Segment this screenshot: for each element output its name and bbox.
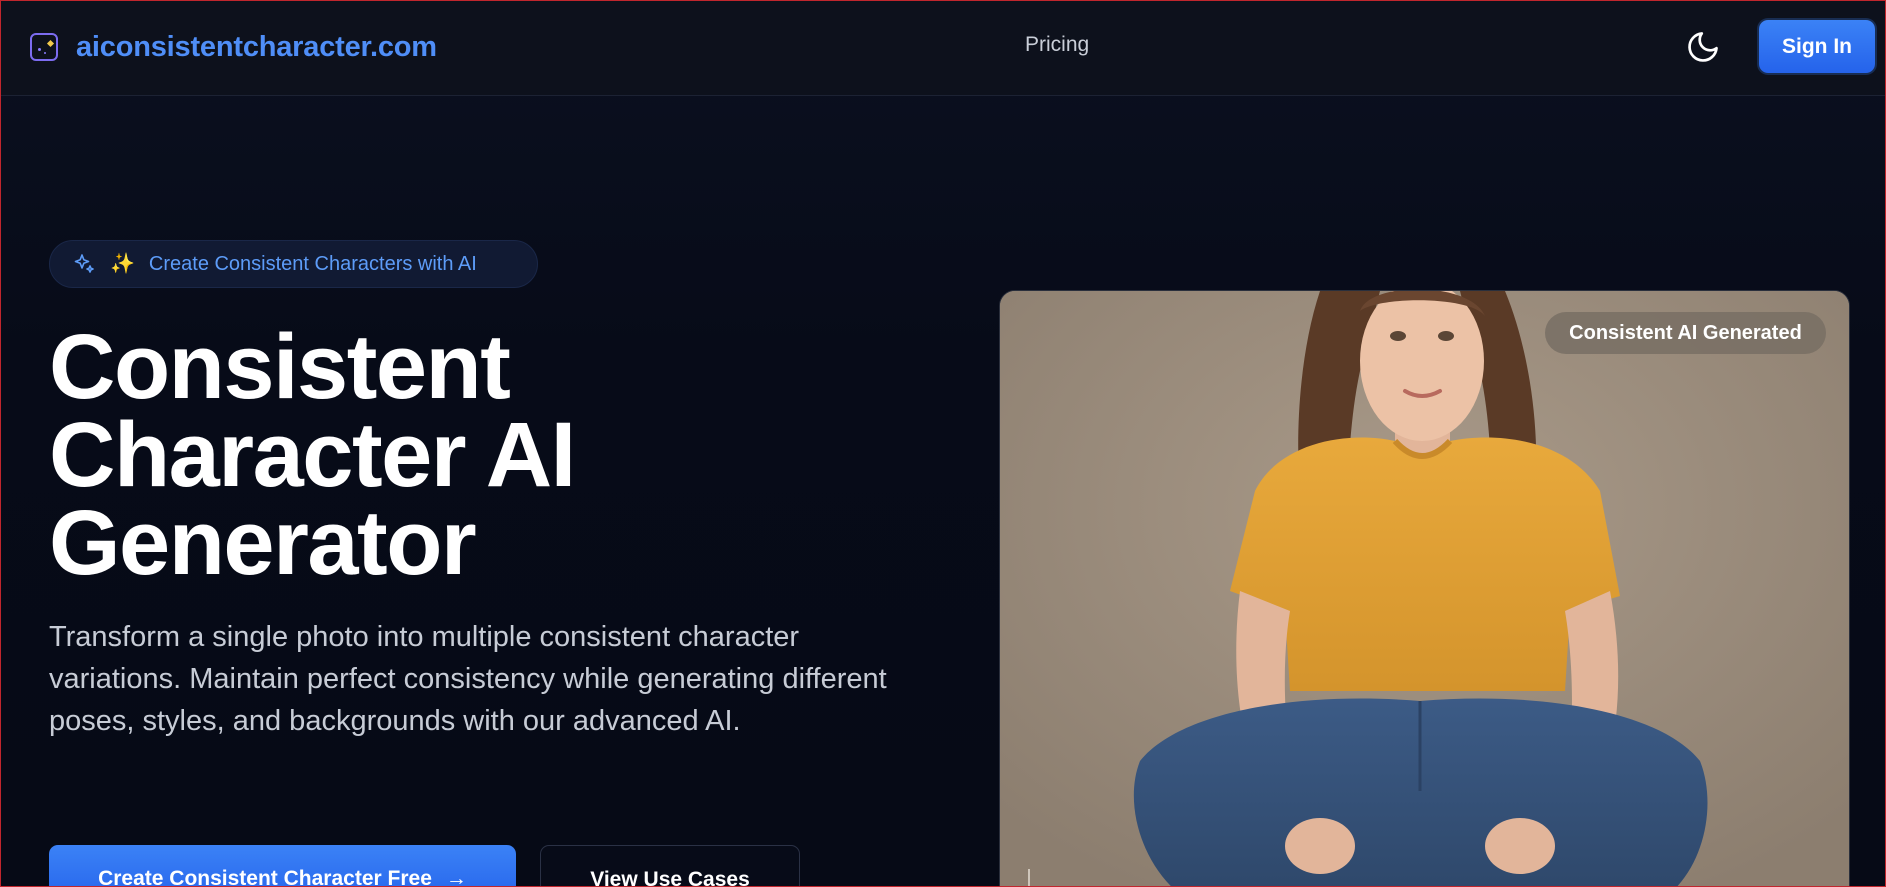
hero-title: Consistent Character AI Generator [49,321,809,589]
sparkle-frame-icon [30,33,58,61]
hero-character-image: Consistent AI Generated [999,290,1850,886]
hero-title-line-1: Consistent [49,316,511,418]
hero-title-line-2: Character AI [49,404,576,506]
image-scroll-marker [1028,869,1030,886]
sparkles-icon [72,252,96,276]
sign-in-button[interactable]: Sign In [1759,20,1875,73]
brand-name: aiconsistentcharacter.com [76,30,437,63]
create-character-button[interactable]: Create Consistent Character Free → [49,845,516,887]
hero-title-line-3: Generator [49,492,477,594]
image-tag: Consistent AI Generated [1545,312,1826,354]
character-illustration [1000,291,1849,886]
top-nav: aiconsistentcharacter.com Pricing Sign I… [1,1,1885,96]
brand-link[interactable]: aiconsistentcharacter.com [30,29,437,65]
arrow-right-icon: → [445,867,467,887]
page: aiconsistentcharacter.com Pricing Sign I… [0,0,1886,887]
sparkle-emoji-icon: ✨ [110,253,135,275]
badge-label: Create Consistent Characters with AI [148,252,477,275]
view-use-cases-button[interactable]: View Use Cases [540,845,800,886]
moon-icon[interactable] [1685,29,1721,65]
hero-badge: ✨ Create Consistent Characters with AI [49,240,538,288]
create-character-label: Create Consistent Character Free [98,867,432,887]
nav-link-pricing[interactable]: Pricing [1025,33,1089,57]
hero-description: Transform a single photo into multiple c… [49,621,887,737]
